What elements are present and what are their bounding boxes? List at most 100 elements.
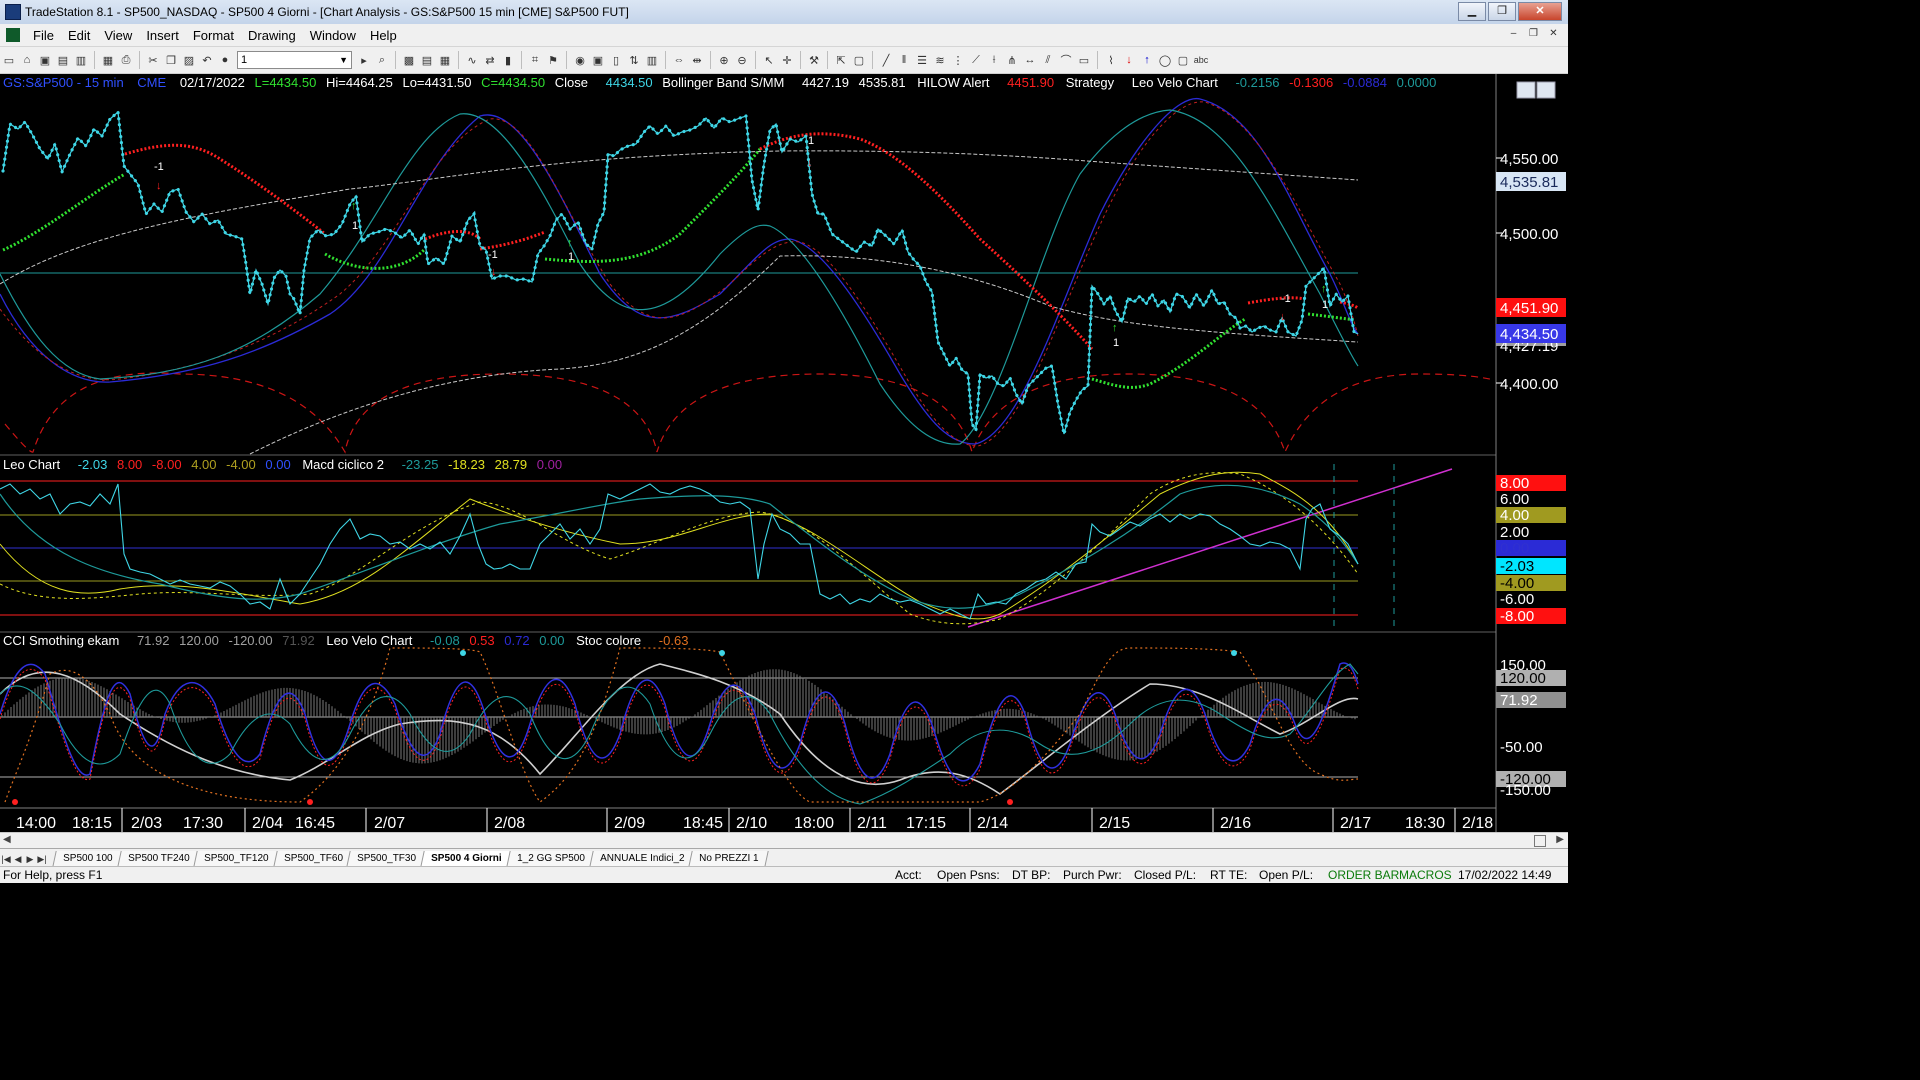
tab-prev-icon[interactable]: ◀	[12, 851, 24, 867]
indicator-icon[interactable]: ⌗	[527, 52, 543, 68]
cycles-icon[interactable]: ⌒	[1058, 52, 1074, 68]
zoom-bars-icon[interactable]: ▮	[500, 52, 516, 68]
play-icon[interactable]: ▸	[356, 52, 372, 68]
panel-restore-button[interactable]	[1536, 81, 1556, 99]
maximize-button[interactable]: ❐	[1488, 2, 1516, 21]
trendline-icon[interactable]: ╱	[878, 52, 894, 68]
tab-no-prezzi-1[interactable]: No PREZZI 1	[688, 851, 770, 867]
scroll-right-icon[interactable]: ▶	[1556, 834, 1564, 845]
scan-icon[interactable]: ∿	[464, 52, 480, 68]
tab-first-icon[interactable]: |◀	[0, 851, 12, 867]
tab-sp500-100[interactable]: SP500 100	[52, 851, 124, 867]
fib-icon[interactable]: ⋮	[950, 52, 966, 68]
market-depth-icon[interactable]: ▥	[644, 52, 660, 68]
menu-format[interactable]: Format	[186, 28, 241, 43]
compress-icon[interactable]: ⇹	[689, 52, 705, 68]
folder-icon[interactable]: ▥	[73, 52, 89, 68]
ellipse-icon[interactable]: ◯	[1157, 52, 1173, 68]
tab-1-2-gg-sp500[interactable]: 1_2 GG SP500	[506, 851, 596, 867]
print-icon[interactable]: ⎙	[118, 52, 134, 68]
bollinger-value-1: 4427.19	[802, 75, 849, 90]
scroll-thumb[interactable]	[1534, 835, 1546, 847]
freehand-icon[interactable]: ⌇	[1103, 52, 1119, 68]
menu-view[interactable]: View	[97, 28, 139, 43]
tab-sp500-tf60[interactable]: SP500_TF60	[272, 851, 354, 867]
grid-icon[interactable]: ▦	[437, 52, 453, 68]
pointer-icon[interactable]: ↖	[761, 52, 777, 68]
tab-annuale-indici-2[interactable]: ANNUALE Indici_2	[589, 851, 696, 867]
data-window-icon[interactable]: ▤	[419, 52, 435, 68]
tab-sp500-4-giorni[interactable]: SP500 4 Giorni	[420, 851, 513, 867]
mdi-restore-button[interactable]: ❐	[1525, 27, 1542, 42]
tab-sp500-tf30[interactable]: SP500_TF30	[346, 851, 428, 867]
radar-icon[interactable]: ◉	[572, 52, 588, 68]
expand-icon[interactable]: ⇔	[671, 52, 687, 68]
copy-icon[interactable]: ❐	[163, 52, 179, 68]
menu-edit[interactable]: Edit	[61, 28, 97, 43]
macros-toggle[interactable]: MACROS	[1399, 868, 1452, 882]
crosshair-icon[interactable]: ✛	[779, 52, 795, 68]
close-button[interactable]: ✕	[1518, 2, 1562, 21]
save-icon[interactable]: ▣	[37, 52, 53, 68]
panel-minimize-button[interactable]	[1516, 81, 1536, 99]
tab-last-icon[interactable]: ▶|	[36, 851, 48, 867]
exchange-label: CME	[137, 75, 166, 90]
arrow-down-icon[interactable]: ↓	[1121, 52, 1137, 68]
horizontal-scrollbar[interactable]: ◀ ▶	[0, 832, 1568, 849]
paste-icon[interactable]: ▨	[181, 52, 197, 68]
chart-canvas[interactable]: GS:S&P500 - 15 min CME 02/17/2022 L=4434…	[0, 74, 1568, 834]
vertical-lines-icon[interactable]: ‖	[896, 52, 912, 68]
time-label: 17:15	[906, 815, 946, 832]
open-icon[interactable]: ⌂	[19, 52, 35, 68]
rectangle-icon[interactable]: ▢	[1175, 52, 1191, 68]
stoc-dot	[1007, 799, 1013, 805]
cut-icon[interactable]: ✂	[145, 52, 161, 68]
tab-sp500-tf120[interactable]: SP500_TF120	[193, 851, 280, 867]
arrow-up-icon: ↑	[567, 237, 573, 249]
arrow-line-icon[interactable]: ↔	[1022, 52, 1038, 68]
workspace-icon[interactable]: ▤	[55, 52, 71, 68]
arrow-up-icon[interactable]: ↑	[1139, 52, 1155, 68]
lock-icon[interactable]: ▢	[851, 52, 867, 68]
search-icon[interactable]: ⌕	[374, 52, 390, 68]
zoom-out-icon[interactable]: ⊖	[734, 52, 750, 68]
order-bar-toggle[interactable]: ORDER BAR	[1328, 868, 1399, 882]
horizontal-lines-icon[interactable]: ☰	[914, 52, 930, 68]
zoom-in-icon[interactable]: ⊕	[716, 52, 732, 68]
minimize-button[interactable]: ▁	[1458, 2, 1486, 21]
time-label: 2/08	[494, 815, 525, 832]
color-icon[interactable]: ●	[217, 52, 233, 68]
tab-next-icon[interactable]: ▶	[24, 851, 36, 867]
chart-window-icon[interactable]	[6, 28, 20, 42]
channel-icon[interactable]: ≋	[932, 52, 948, 68]
undo-icon[interactable]: ↶	[199, 52, 215, 68]
bar-chart-icon[interactable]: ▩	[401, 52, 417, 68]
menu-window[interactable]: Window	[303, 28, 363, 43]
regression-icon[interactable]: ⫽	[1040, 52, 1056, 68]
shift-icon[interactable]: ⇄	[482, 52, 498, 68]
export-icon[interactable]: ⇱	[833, 52, 849, 68]
trades-icon[interactable]: ⇅	[626, 52, 642, 68]
matrix-icon[interactable]: ▣	[590, 52, 606, 68]
speed-lines-icon[interactable]: ⟊	[986, 52, 1002, 68]
menu-file[interactable]: File	[26, 28, 61, 43]
menu-drawing[interactable]: Drawing	[241, 28, 303, 43]
mdi-close-button[interactable]: ✕	[1545, 27, 1562, 42]
gann-icon[interactable]: ⟋	[968, 52, 984, 68]
mdi-minimize-button[interactable]: –	[1505, 27, 1522, 42]
print-preview-icon[interactable]: ▦	[100, 52, 116, 68]
strategy-icon[interactable]: ⚑	[545, 52, 561, 68]
chart-area[interactable]: GS:S&P500 - 15 min CME 02/17/2022 L=4434…	[0, 74, 1568, 836]
interval-select[interactable]: 1 ▼	[237, 51, 352, 69]
text-icon[interactable]: abc	[1193, 52, 1209, 68]
new-icon[interactable]: ▭	[1, 52, 17, 68]
time-label: 2/07	[374, 815, 405, 832]
menu-insert[interactable]: Insert	[139, 28, 186, 43]
square-icon[interactable]: ▭	[1076, 52, 1092, 68]
tab-sp500-tf240[interactable]: SP500 TF240	[116, 851, 200, 867]
menu-help[interactable]: Help	[363, 28, 404, 43]
tools-icon[interactable]: ⚒	[806, 52, 822, 68]
bar-icon[interactable]: ▯	[608, 52, 624, 68]
andrews-icon[interactable]: ⋔	[1004, 52, 1020, 68]
scroll-left-icon[interactable]: ◀	[3, 834, 11, 845]
